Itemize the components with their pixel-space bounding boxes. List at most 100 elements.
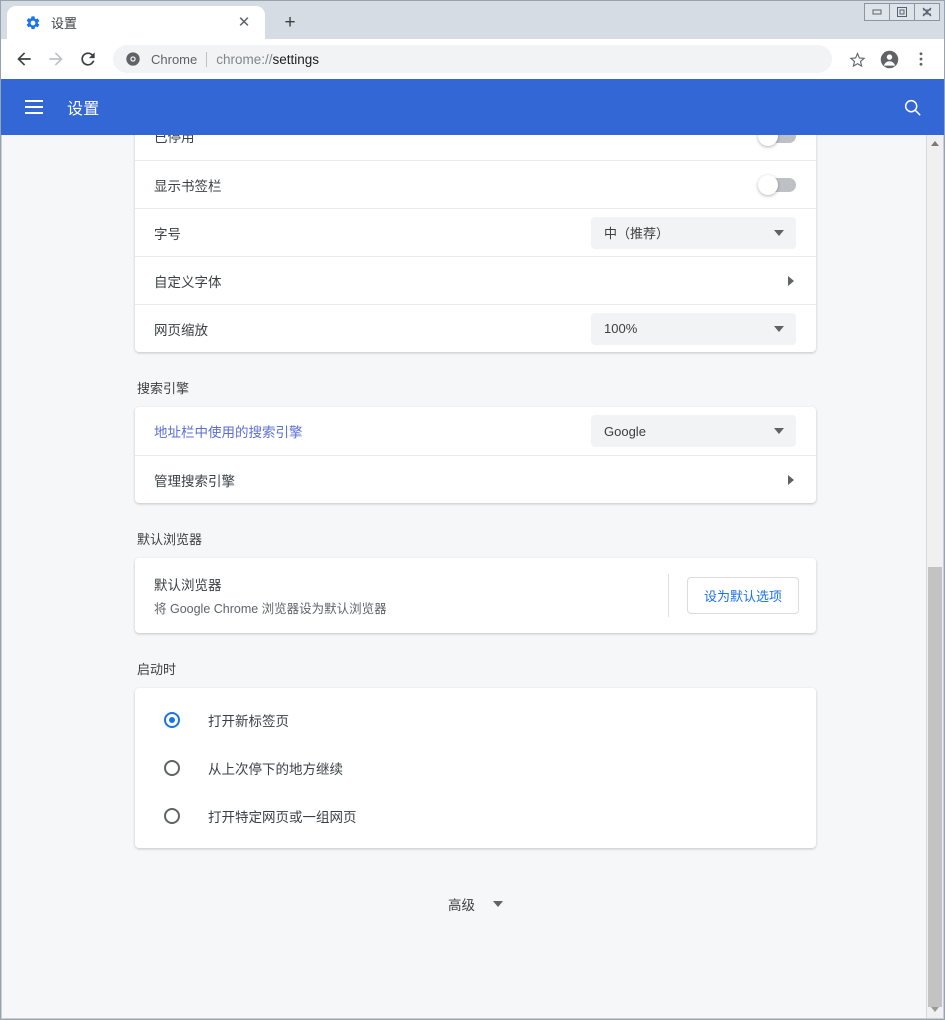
forward-arrow-icon — [46, 49, 66, 69]
tab-title: 设置 — [51, 13, 233, 32]
browser-menu-button[interactable] — [906, 44, 936, 74]
row-manage-search-engines[interactable]: 管理搜索引擎 — [135, 455, 816, 503]
radio-button[interactable] — [164, 760, 180, 776]
chevron-down-icon — [774, 326, 784, 332]
search-engine-card: 地址栏中使用的搜索引擎 Google 管理搜索引擎 — [135, 407, 816, 503]
default-browser-card: 默认浏览器 将 Google Chrome 浏览器设为默认浏览器 设为默认选项 — [135, 558, 816, 633]
advanced-label: 高级 — [448, 894, 475, 914]
page-title: 设置 — [67, 95, 100, 119]
maximize-icon — [896, 6, 908, 18]
row-default-browser: 默认浏览器 将 Google Chrome 浏览器设为默认浏览器 设为默认选项 — [135, 558, 816, 633]
scroll-up-arrow-icon — [931, 141, 939, 146]
back-arrow-icon — [14, 49, 34, 69]
settings-page: 已停用 显示书签栏 字号 中（推荐） — [135, 135, 816, 926]
new-tab-button[interactable]: + — [275, 7, 305, 37]
bookmark-button[interactable] — [842, 44, 872, 74]
chevron-right-icon — [788, 475, 794, 485]
default-browser-subtitle: 将 Google Chrome 浏览器设为默认浏览器 — [154, 598, 668, 617]
row-show-bookmarks-bar[interactable]: 显示书签栏 — [135, 160, 816, 208]
url-path: settings — [273, 52, 320, 67]
three-dots-icon — [912, 50, 930, 68]
omnibox-divider — [206, 52, 207, 67]
toggle-knob — [758, 135, 778, 146]
set-default-browser-button[interactable]: 设为默认选项 — [687, 577, 799, 614]
scrollbar-track[interactable] — [927, 152, 943, 1001]
close-icon[interactable]: ✕ — [233, 12, 255, 34]
toggle-bookmarks-bar[interactable] — [760, 178, 796, 192]
vertical-scrollbar[interactable] — [926, 135, 943, 1018]
radio-label: 打开新标签页 — [208, 710, 289, 730]
row-customize-fonts[interactable]: 自定义字体 — [135, 256, 816, 304]
search-icon — [902, 97, 923, 118]
select-font-size[interactable]: 中（推荐） — [591, 217, 796, 249]
address-bar-url: chrome://settings — [216, 52, 319, 67]
account-icon — [879, 49, 900, 70]
reload-button[interactable] — [73, 44, 103, 74]
section-title-default-browser: 默认浏览器 — [137, 529, 816, 548]
tab-strip: 设置 ✕ + — [1, 1, 944, 39]
select-value: 中（推荐） — [604, 223, 669, 242]
security-chip-label: Chrome — [151, 52, 197, 67]
row-label: 字号 — [154, 223, 591, 243]
content-area: 已停用 显示书签栏 字号 中（推荐） — [1, 135, 944, 1019]
radio-button[interactable] — [164, 712, 180, 728]
radio-row-continue[interactable]: 从上次停下的地方继续 — [135, 744, 816, 792]
row-label: 自定义字体 — [154, 271, 788, 291]
minimize-button[interactable] — [864, 3, 890, 21]
star-icon — [848, 50, 867, 69]
settings-header: 设置 — [1, 79, 944, 135]
scroll-up-button[interactable] — [927, 135, 943, 152]
chevron-down-icon — [774, 428, 784, 434]
toggle-knob — [758, 175, 778, 195]
settings-scroll-region: 已停用 显示书签栏 字号 中（推荐） — [2, 135, 926, 1018]
advanced-section: 高级 — [135, 882, 816, 926]
row-default-search-engine[interactable]: 地址栏中使用的搜索引擎 Google — [135, 407, 816, 455]
forward-button[interactable] — [41, 44, 71, 74]
advanced-toggle-button[interactable]: 高级 — [448, 882, 503, 926]
url-scheme: chrome:// — [216, 52, 272, 67]
row-label: 管理搜索引擎 — [154, 470, 788, 490]
toggle-theme[interactable] — [760, 135, 796, 143]
browser-tab-settings[interactable]: 设置 ✕ — [7, 6, 265, 39]
default-browser-text: 默认浏览器 将 Google Chrome 浏览器设为默认浏览器 — [154, 574, 668, 617]
window-caption-buttons — [865, 3, 940, 21]
select-page-zoom[interactable]: 100% — [591, 313, 796, 345]
close-button[interactable] — [914, 3, 940, 21]
radio-button[interactable] — [164, 808, 180, 824]
row-label: 显示书签栏 — [154, 175, 760, 195]
reload-icon — [78, 49, 98, 69]
search-settings-button[interactable] — [900, 95, 924, 119]
radio-label: 打开特定网页或一组网页 — [208, 806, 357, 826]
radio-row-specific-pages[interactable]: 打开特定网页或一组网页 — [135, 792, 816, 840]
maximize-button[interactable] — [889, 3, 915, 21]
browser-window: 设置 ✕ + — [0, 0, 945, 1020]
select-search-engine[interactable]: Google — [591, 415, 796, 447]
close-icon — [921, 6, 933, 18]
back-button[interactable] — [9, 44, 39, 74]
row-page-zoom[interactable]: 网页缩放 100% — [135, 304, 816, 352]
row-font-size[interactable]: 字号 中（推荐） — [135, 208, 816, 256]
radio-label: 从上次停下的地方继续 — [208, 758, 343, 778]
row-disabled-theme[interactable]: 已停用 — [135, 135, 816, 160]
chevron-right-icon — [788, 276, 794, 286]
divider — [668, 574, 669, 617]
select-value: 100% — [604, 321, 637, 336]
row-label: 网页缩放 — [154, 319, 591, 339]
address-bar[interactable]: Chrome chrome://settings — [113, 45, 832, 73]
radio-row-new-tab[interactable]: 打开新标签页 — [135, 696, 816, 744]
hamburger-icon[interactable] — [25, 95, 49, 119]
chevron-down-icon — [493, 901, 503, 907]
default-browser-title: 默认浏览器 — [154, 574, 668, 594]
row-label: 地址栏中使用的搜索引擎 — [154, 421, 591, 441]
scrollbar-thumb[interactable] — [928, 567, 942, 1007]
appearance-card: 已停用 显示书签栏 字号 中（推荐） — [135, 135, 816, 352]
browser-toolbar: Chrome chrome://settings — [1, 39, 944, 79]
select-value: Google — [604, 424, 646, 439]
section-title-startup: 启动时 — [137, 659, 816, 678]
profile-button[interactable] — [874, 44, 904, 74]
section-title-search-engine: 搜索引擎 — [137, 378, 816, 397]
row-label: 已停用 — [154, 135, 760, 146]
startup-card: 打开新标签页 从上次停下的地方继续 打开特定网页或一组网页 — [135, 688, 816, 848]
gear-icon — [25, 15, 41, 31]
scroll-down-arrow-icon — [931, 1007, 939, 1012]
